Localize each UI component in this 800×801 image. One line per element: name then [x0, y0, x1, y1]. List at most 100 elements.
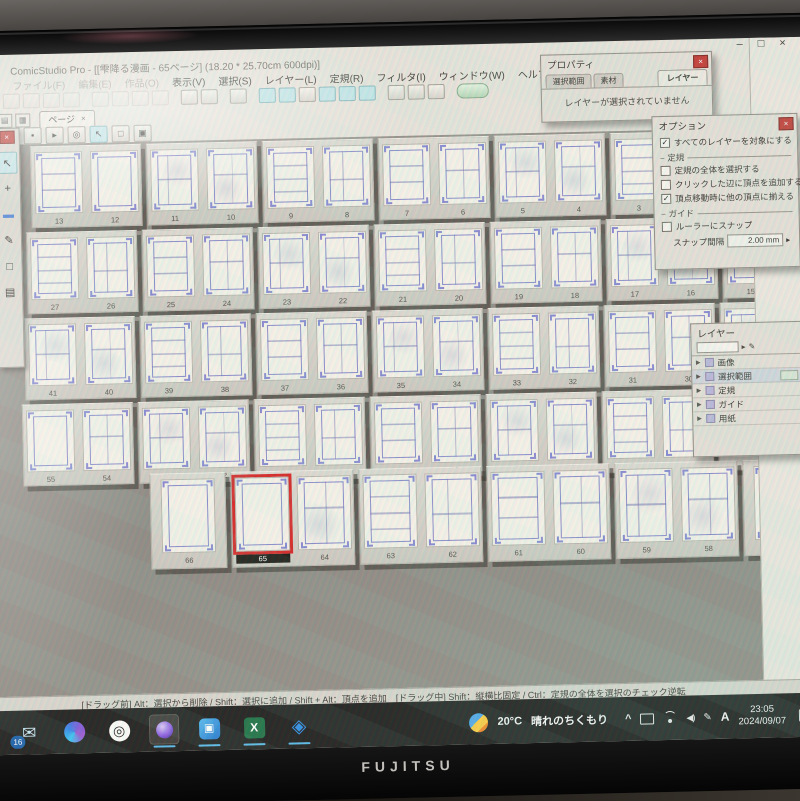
undo-icon[interactable] — [180, 89, 198, 105]
page-thumbnail-12[interactable]: 12 — [89, 149, 139, 226]
page-thumbnail-17[interactable]: 17 — [609, 224, 659, 300]
page-thumbnail-48[interactable]: 48 — [429, 400, 479, 476]
page-thumbnail-59[interactable]: 59 — [617, 467, 674, 558]
expand-icon[interactable]: ▶ — [697, 401, 702, 408]
expand-icon[interactable]: ▶ — [696, 359, 701, 366]
page-grid-icon[interactable]: ▦ — [15, 113, 31, 128]
option-row-3[interactable]: ✓ 頂点移動時に他の頂点に揃える — [661, 189, 794, 206]
page-thumbnail-51[interactable]: 51 — [257, 404, 307, 480]
page-thumbnail-34[interactable]: 34 — [431, 314, 481, 390]
layer-item-用紙[interactable]: ▶ 用紙 — [693, 409, 800, 427]
page-thumbnail-26[interactable]: 26 — [85, 236, 135, 312]
photos-taskbar-button[interactable]: ▣ — [195, 714, 224, 743]
layer-edit-icon[interactable]: ✎ — [749, 342, 756, 351]
page-thumbnail-10[interactable]: 10 — [205, 147, 255, 223]
page-thumbnail-61[interactable]: 61 — [489, 470, 546, 561]
weather-temp[interactable]: 20°C — [497, 715, 522, 728]
page-thumbnail-31[interactable]: 31 — [607, 310, 657, 386]
page-thumbnail-39[interactable]: 39 — [143, 320, 193, 397]
move-tool-icon[interactable]: + — [0, 178, 18, 200]
page-thumbnail-46[interactable]: 46 — [545, 397, 595, 474]
page-thumbnail-19[interactable]: 19 — [493, 226, 543, 303]
device-icon[interactable] — [640, 712, 655, 725]
menu-item-6[interactable]: 定規(R) — [329, 70, 364, 86]
page-switch-icon[interactable]: ▣ — [133, 124, 152, 142]
page-thumbnail-27[interactable]: 27 — [29, 237, 79, 313]
maximize-button[interactable]: □ — [758, 38, 765, 50]
page-thumbnail-11[interactable]: 11 — [149, 148, 199, 225]
tab-close-icon[interactable]: × — [81, 114, 86, 123]
page-thumbnail-65[interactable]: 65 — [233, 476, 290, 567]
page-thumbnail-50[interactable]: 50 — [313, 402, 363, 479]
volume-icon[interactable]: ◀) — [686, 712, 694, 723]
weather-icon[interactable] — [469, 712, 489, 733]
page-thumbnail-35[interactable]: 35 — [375, 315, 425, 391]
stamp-tool-icon[interactable]: ▤ — [0, 282, 20, 304]
new-page-icon[interactable] — [2, 93, 21, 109]
page-thumbnail-6[interactable]: 6 — [437, 141, 487, 218]
palette-close-icon[interactable]: × — [0, 130, 15, 145]
single-page-view-icon[interactable] — [258, 87, 276, 104]
page-thumbnail-21[interactable]: 21 — [377, 229, 427, 305]
page-thumbnail-64[interactable]: 64 — [295, 475, 352, 565]
expand-icon[interactable]: ▶ — [697, 387, 702, 394]
page-thumbnail-24[interactable]: 24 — [201, 233, 251, 309]
layer-dropdown-icon[interactable]: ▸ — [742, 342, 746, 351]
page-thumbnail-18[interactable]: 18 — [549, 225, 599, 301]
eraser-tool-icon[interactable]: ▬ — [0, 204, 19, 226]
page-thumbnail-37[interactable]: 37 — [259, 318, 309, 394]
tray-expand-icon[interactable]: ^ — [625, 713, 632, 725]
menu-item-1[interactable]: 編集(E) — [78, 75, 112, 91]
page-thumbnail-49[interactable]: 49 — [373, 401, 423, 478]
page-thumbnail-9[interactable]: 9 — [265, 145, 315, 222]
page-thumbnail-38[interactable]: 38 — [199, 319, 249, 395]
menu-item-0[interactable]: ファイル(F) — [12, 77, 65, 93]
minimize-button[interactable]: – — [736, 38, 742, 50]
collapse-icon[interactable]: ▪ — [23, 127, 42, 145]
open-icon[interactable] — [22, 93, 41, 109]
option-checkbox[interactable]: ✓ — [659, 137, 671, 149]
page-thumbnail-23[interactable]: 23 — [261, 232, 311, 308]
excel-taskbar-button[interactable]: X — [240, 713, 269, 742]
menu-item-5[interactable]: レイヤー(L) — [265, 71, 317, 87]
options-close-icon[interactable]: × — [778, 116, 794, 130]
delete-icon[interactable] — [151, 90, 169, 106]
thumbnail-small-icon[interactable] — [318, 86, 336, 102]
select-tool-icon[interactable]: ↖ — [89, 125, 108, 143]
color-mode-icon[interactable] — [358, 85, 376, 101]
page-thumbnail-47[interactable]: 47 — [489, 398, 539, 475]
page-thumbnail-45[interactable]: 45 — [605, 396, 655, 472]
page-thumbnail-20[interactable]: 20 — [433, 228, 483, 304]
properties-tab-レイヤー[interactable]: レイヤー — [657, 68, 708, 87]
page-thumbnail-13[interactable]: 13 — [33, 151, 84, 227]
page-thumbnail-66[interactable]: 66 — [160, 478, 217, 568]
facing-page-view-icon[interactable] — [278, 87, 296, 103]
comicstudio-taskbar-button[interactable]: ◎ — [105, 716, 134, 745]
navigator-window-icon[interactable] — [427, 83, 445, 100]
story-view-icon[interactable]: ▤ — [0, 113, 13, 129]
menu-item-8[interactable]: ウィンドウ(W) — [439, 67, 505, 83]
properties-close-icon[interactable]: × — [692, 54, 709, 68]
properties-tab-選択範囲[interactable]: 選択範囲 — [545, 73, 592, 89]
page-thumbnail-32[interactable]: 32 — [547, 311, 597, 388]
page-thumbnail-7[interactable]: 7 — [381, 143, 431, 219]
menu-item-4[interactable]: 選択(S) — [218, 72, 252, 88]
copy-icon[interactable] — [111, 91, 129, 107]
pen-icon[interactable]: ✎ — [703, 712, 712, 723]
save-all-icon[interactable] — [62, 92, 81, 108]
page-thumbnail-25[interactable]: 25 — [145, 234, 195, 311]
page-thumbnail-36[interactable]: 36 — [315, 316, 365, 393]
page-thumbnail-62[interactable]: 62 — [423, 472, 480, 562]
palette-window-icon[interactable] — [407, 84, 425, 100]
redo-icon[interactable] — [200, 89, 218, 105]
wifi-icon[interactable] — [663, 712, 677, 723]
page-thumbnail-33[interactable]: 33 — [491, 312, 541, 389]
page-thumbnail-41[interactable]: 41 — [27, 323, 77, 399]
menu-item-3[interactable]: 表示(V) — [172, 73, 206, 89]
page-thumbnail-22[interactable]: 22 — [317, 230, 367, 307]
mail-taskbar-button[interactable]: ✉ 16 — [10, 718, 44, 749]
menu-item-2[interactable]: 作品(O) — [124, 74, 160, 90]
page-thumbnail-60[interactable]: 60 — [551, 469, 608, 559]
edge-taskbar-button[interactable] — [60, 717, 89, 746]
page-thumbnail-40[interactable]: 40 — [83, 322, 133, 398]
